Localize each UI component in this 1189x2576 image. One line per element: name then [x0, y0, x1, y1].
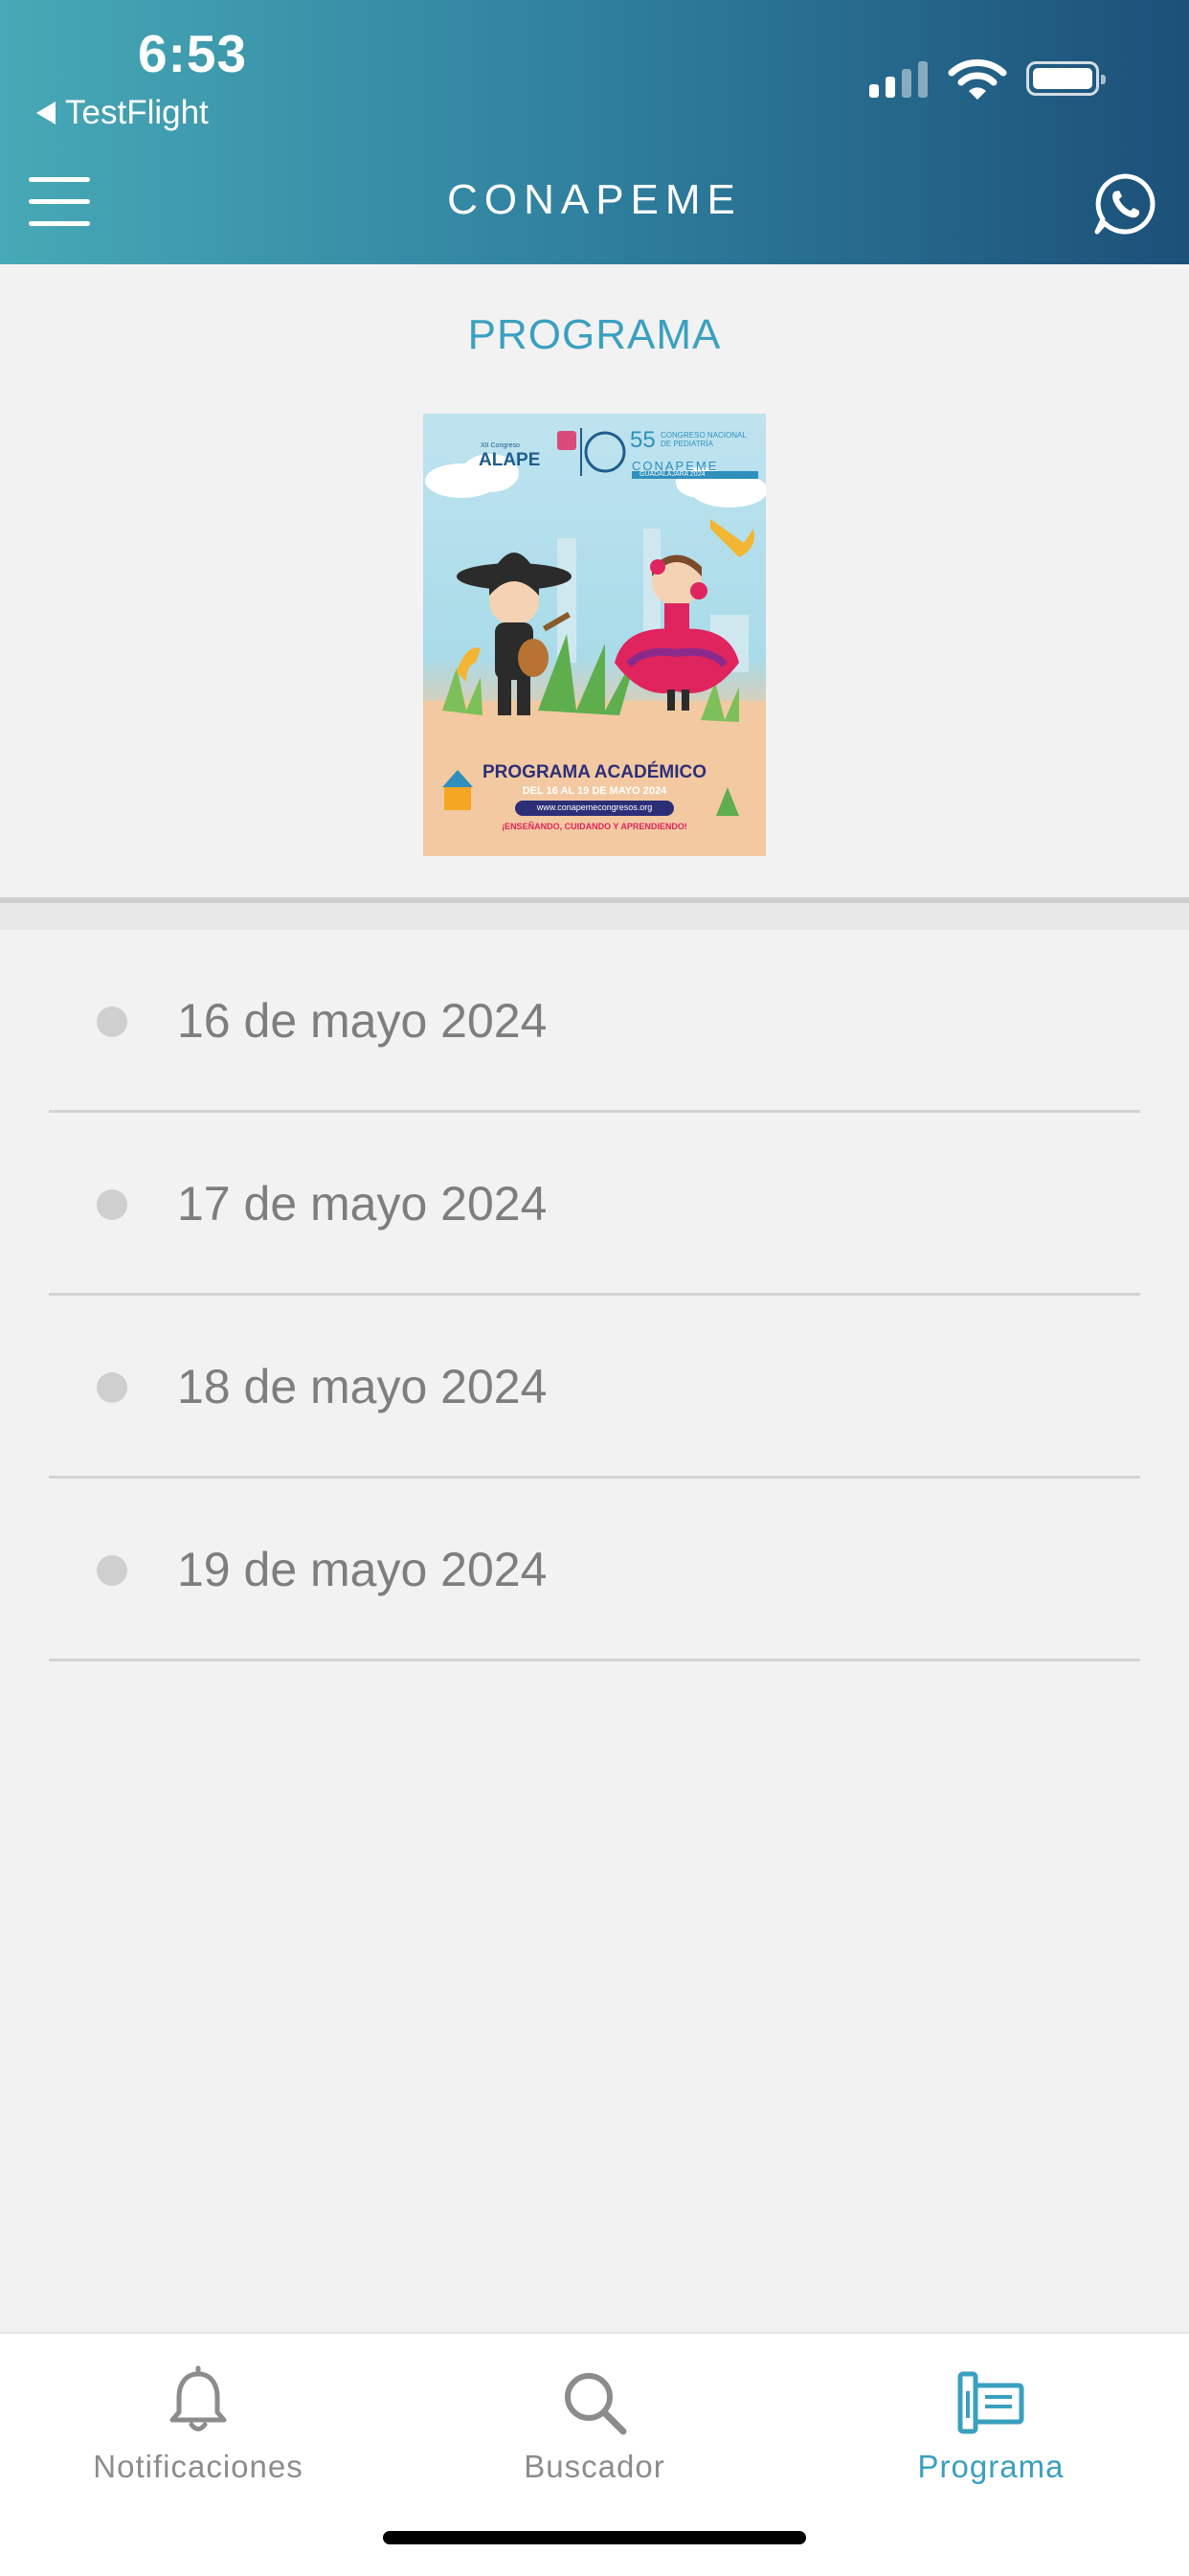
back-app-label: TestFlight	[65, 94, 209, 131]
status-time: 6:53	[138, 24, 248, 83]
list-item[interactable]: 16 de mayo 2024	[0, 930, 1189, 1113]
poster-org: ALAPE	[479, 450, 541, 470]
poster-slogan: ¡ENSEÑANDO, CUIDANDO Y APRENDIENDO!	[502, 822, 687, 831]
tab-buscador[interactable]: Buscador	[396, 2334, 793, 2525]
bullet-icon	[97, 1189, 127, 1220]
back-arrow-icon	[36, 102, 56, 124]
poster-congress-text: CONGRESO NACIONAL DE PEDIATRÍA	[661, 431, 747, 448]
bullet-icon	[97, 1372, 127, 1403]
poster-headline: PROGRAMA ACADÉMICO	[482, 762, 707, 782]
program-icon	[957, 2371, 1024, 2434]
day-label: 18 de mayo 2024	[177, 1360, 548, 1413]
battery-icon	[1026, 61, 1106, 96]
whatsapp-icon[interactable]	[1093, 172, 1156, 236]
svg-text:XII Congreso: XII Congreso	[481, 442, 520, 449]
program-day-list: 16 de mayo 2024 17 de mayo 2024 18 de ma…	[0, 930, 1189, 1661]
tab-label: Buscador	[524, 2449, 665, 2484]
program-poster-image[interactable]: XII Congreso ALAPE 55 CONGRESO NACIONAL …	[423, 414, 766, 856]
tab-label: Programa	[917, 2449, 1065, 2484]
page-title: PROGRAMA	[467, 311, 722, 358]
home-indicator[interactable]	[383, 2531, 806, 2544]
poster-dates: DEL 16 AL 19 DE MAYO 2024	[522, 785, 667, 797]
poster-city: GUADALAJARA 2024	[639, 471, 706, 478]
bullet-icon	[97, 1006, 127, 1037]
tab-label: Notificaciones	[93, 2449, 303, 2484]
app-title: CONAPEME	[447, 176, 742, 223]
list-item[interactable]: 19 de mayo 2024	[0, 1479, 1189, 1661]
day-label: 16 de mayo 2024	[177, 994, 548, 1048]
tab-notificaciones[interactable]: Notificaciones	[0, 2334, 396, 2525]
list-item[interactable]: 17 de mayo 2024	[0, 1113, 1189, 1296]
cellular-signal-icon	[869, 59, 928, 98]
bell-icon	[169, 2365, 227, 2431]
search-icon	[565, 2373, 627, 2435]
day-label: 19 de mayo 2024	[177, 1543, 548, 1596]
section-divider	[0, 897, 1189, 930]
row-separator	[49, 1659, 1140, 1661]
poster-url: www.conapemecongresos.org	[536, 802, 653, 812]
bullet-icon	[97, 1555, 127, 1586]
list-item[interactable]: 18 de mayo 2024	[0, 1296, 1189, 1479]
wifi-icon	[948, 59, 1007, 100]
back-to-testflight[interactable]: TestFlight	[36, 94, 209, 132]
poster-edition: 55	[630, 427, 656, 453]
app-header: 6:53 TestFlight CONAPEME	[0, 0, 1189, 264]
day-label: 17 de mayo 2024	[177, 1177, 548, 1231]
tab-programa[interactable]: Programa	[793, 2334, 1189, 2525]
